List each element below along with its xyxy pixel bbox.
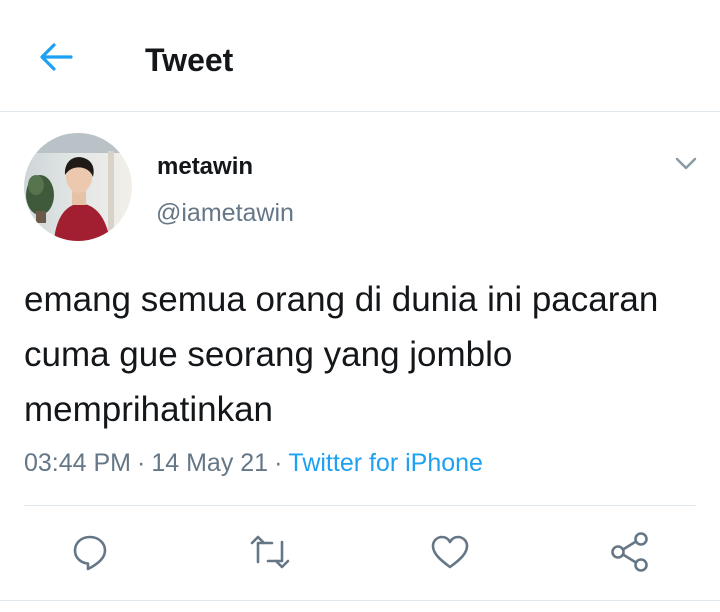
reply-button[interactable] [68,530,112,574]
arrow-left-icon [40,43,73,71]
separator-dot: · [137,449,146,477]
like-button[interactable] [428,530,472,574]
divider [0,600,720,601]
tweet-source-link[interactable]: Twitter for iPhone [288,449,483,477]
retweet-button[interactable] [248,530,292,574]
share-icon [611,532,648,572]
tweet-metadata: 03:44 PM · 14 May 21 · Twitter for iPhone [24,447,483,479]
separator-dot: · [274,449,283,477]
divider [24,505,696,506]
heart-icon [431,535,469,569]
share-button[interactable] [608,530,652,574]
tweet-text: emang semua orang di dunia ini pacaran c… [24,280,659,429]
tweet-date: 14 May 21 [151,449,269,477]
back-button[interactable] [30,36,80,78]
chevron-down-icon [675,157,697,170]
author-display-name[interactable]: metawin [157,152,253,182]
more-options-button[interactable] [668,150,704,178]
reply-icon [73,535,107,571]
page-title: Tweet [145,42,234,78]
action-bar [0,522,720,580]
avatar[interactable] [24,133,132,241]
retweet-icon [250,535,290,569]
author-handle[interactable]: @iametawin [156,198,294,228]
tweet-time: 03:44 PM [24,449,132,477]
top-bar: Tweet [0,0,720,112]
